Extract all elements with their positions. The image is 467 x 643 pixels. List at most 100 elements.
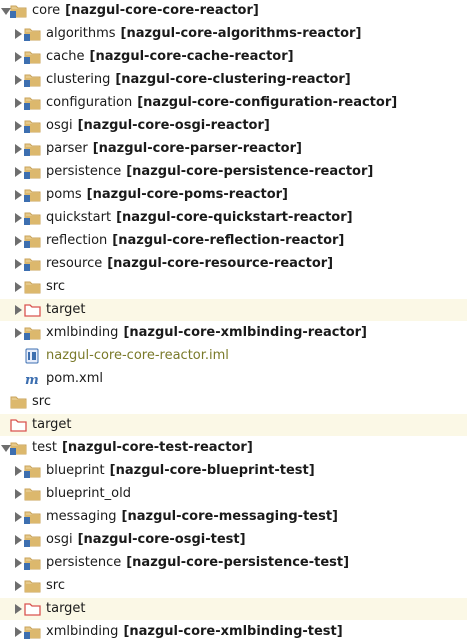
excluded-folder-icon <box>10 414 27 436</box>
module-name: [nazgul-core-parser-reactor] <box>92 141 302 156</box>
module-name: [nazgul-core-xmlbinding-test] <box>123 624 343 639</box>
tree-row[interactable]: resource [nazgul-core-resource-reactor] <box>0 253 467 275</box>
module-name: [nazgul-core-quickstart-reactor] <box>116 210 353 225</box>
item-name: pom.xml <box>46 371 103 386</box>
tree-row-label: target <box>32 414 72 436</box>
expand-arrow-icon[interactable] <box>12 575 24 597</box>
tree-row[interactable]: src <box>0 391 467 413</box>
expand-arrow-icon[interactable] <box>12 230 24 252</box>
tree-row[interactable]: quickstart [nazgul-core-quickstart-reacto… <box>0 207 467 229</box>
item-name: target <box>46 601 86 616</box>
expand-arrow-icon[interactable] <box>12 483 24 505</box>
expand-arrow-icon[interactable] <box>12 276 24 298</box>
module-name: [nazgul-core-configuration-reactor] <box>137 95 398 110</box>
excluded-folder-icon <box>24 598 41 620</box>
tree-row-label: persistence [nazgul-core-persistence-test… <box>46 552 349 574</box>
folder-icon <box>24 276 41 298</box>
module-name: [nazgul-core-blueprint-test] <box>109 463 315 478</box>
item-name: algorithms <box>46 26 116 41</box>
module-folder-icon <box>24 184 41 206</box>
tree-row[interactable]: clustering [nazgul-core-clustering-reacto… <box>0 69 467 91</box>
tree-row-label: pom.xml <box>46 368 103 390</box>
tree-row[interactable]: src <box>0 276 467 298</box>
module-folder-icon <box>24 46 41 68</box>
module-folder-icon <box>24 552 41 574</box>
module-name: [nazgul-core-cache-reactor] <box>89 49 294 64</box>
item-name: messaging <box>46 509 117 524</box>
expand-arrow-icon[interactable] <box>12 46 24 68</box>
tree-row[interactable]: blueprint_old <box>0 483 467 505</box>
tree-row-label: src <box>46 276 65 298</box>
tree-row[interactable]: target <box>0 299 467 321</box>
module-name: [nazgul-core-xmlbinding-reactor] <box>123 325 367 340</box>
item-name: reflection <box>46 233 108 248</box>
tree-row[interactable]: src <box>0 575 467 597</box>
tree-row[interactable]: m pom.xml <box>0 368 467 390</box>
tree-row-label: quickstart [nazgul-core-quickstart-reacto… <box>46 207 353 229</box>
expand-arrow-icon[interactable] <box>12 92 24 114</box>
tree-row-label: resource [nazgul-core-resource-reactor] <box>46 253 333 275</box>
tree-row-label: blueprint [nazgul-core-blueprint-test] <box>46 460 315 482</box>
expand-arrow-icon[interactable] <box>12 207 24 229</box>
tree-row[interactable]: reflection [nazgul-core-reflection-reacto… <box>0 230 467 252</box>
tree-row-label: persistence [nazgul-core-persistence-reac… <box>46 161 373 183</box>
item-name: blueprint <box>46 463 105 478</box>
item-name: configuration <box>46 95 133 110</box>
expand-arrow-icon[interactable] <box>12 253 24 275</box>
tree-row[interactable]: configuration [nazgul-core-configuration-… <box>0 92 467 114</box>
expand-arrow-icon[interactable] <box>12 69 24 91</box>
tree-row[interactable]: algorithms [nazgul-core-algorithms-reacto… <box>0 23 467 45</box>
expand-arrow-icon[interactable] <box>12 506 24 528</box>
expand-arrow-icon[interactable] <box>12 460 24 482</box>
tree-row[interactable]: cache [nazgul-core-cache-reactor] <box>0 46 467 68</box>
tree-row[interactable]: target <box>0 414 467 436</box>
tree-row[interactable]: core [nazgul-core-core-reactor] <box>0 0 467 22</box>
tree-row-label: blueprint_old <box>46 483 131 505</box>
module-name: [nazgul-core-test-reactor] <box>61 440 253 455</box>
expand-arrow-icon[interactable] <box>12 322 24 344</box>
item-name: blueprint_old <box>46 486 131 501</box>
module-name: [nazgul-core-osgi-test] <box>77 532 246 547</box>
maven-file-icon: m <box>24 368 41 390</box>
tree-row[interactable]: poms [nazgul-core-poms-reactor] <box>0 184 467 206</box>
expand-arrow-icon[interactable] <box>12 115 24 137</box>
item-name: xmlbinding <box>46 624 119 639</box>
expand-arrow-icon[interactable] <box>12 598 24 620</box>
expand-arrow-icon[interactable] <box>12 529 24 551</box>
item-name: cache <box>46 49 85 64</box>
folder-icon <box>10 391 27 413</box>
tree-row[interactable]: xmlbinding [nazgul-core-xmlbinding-reacto… <box>0 322 467 344</box>
tree-row[interactable]: nazgul-core-core-reactor.iml <box>0 345 467 367</box>
expand-arrow-icon[interactable] <box>12 138 24 160</box>
project-tree: core [nazgul-core-core-reactor] algorithms… <box>0 0 467 640</box>
module-name: [nazgul-core-reflection-reactor] <box>112 233 345 248</box>
module-folder-icon <box>24 138 41 160</box>
module-name: [nazgul-core-core-reactor] <box>65 3 259 18</box>
tree-row[interactable]: persistence [nazgul-core-persistence-test… <box>0 552 467 574</box>
item-name: src <box>46 279 65 294</box>
tree-row[interactable]: osgi [nazgul-core-osgi-test] <box>0 529 467 551</box>
module-name: [nazgul-core-poms-reactor] <box>86 187 288 202</box>
module-folder-icon <box>24 207 41 229</box>
folder-icon <box>24 483 41 505</box>
module-folder-icon <box>24 230 41 252</box>
expand-arrow-icon[interactable] <box>12 184 24 206</box>
module-folder-icon <box>24 460 41 482</box>
tree-row[interactable]: blueprint [nazgul-core-blueprint-test] <box>0 460 467 482</box>
tree-row[interactable]: osgi [nazgul-core-osgi-reactor] <box>0 115 467 137</box>
module-folder-icon <box>10 437 27 459</box>
tree-row[interactable]: target <box>0 598 467 620</box>
module-folder-icon <box>24 92 41 114</box>
tree-row[interactable]: parser [nazgul-core-parser-reactor] <box>0 138 467 160</box>
expand-arrow-icon[interactable] <box>12 299 24 321</box>
item-name: test <box>32 440 57 455</box>
tree-row[interactable]: messaging [nazgul-core-messaging-test] <box>0 506 467 528</box>
tree-row[interactable]: test [nazgul-core-test-reactor] <box>0 437 467 459</box>
expand-arrow-icon[interactable] <box>12 23 24 45</box>
module-folder-icon <box>10 0 27 22</box>
tree-row-label: xmlbinding [nazgul-core-xmlbinding-reacto… <box>46 322 367 344</box>
expand-arrow-icon[interactable] <box>12 552 24 574</box>
tree-row[interactable]: persistence [nazgul-core-persistence-reac… <box>0 161 467 183</box>
expand-arrow-icon[interactable] <box>12 161 24 183</box>
tree-row-label: target <box>46 598 86 620</box>
